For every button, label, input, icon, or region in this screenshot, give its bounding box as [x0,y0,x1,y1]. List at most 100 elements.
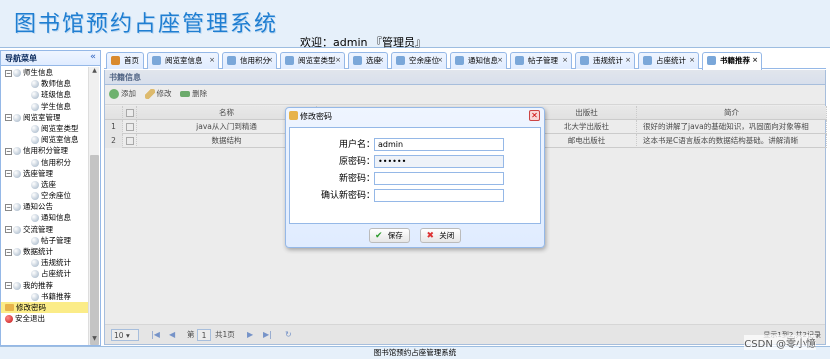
folder-icon [13,248,21,256]
scroll-down-icon[interactable]: ▼ [89,335,100,345]
scroll-up-icon[interactable]: ▲ [89,67,100,77]
new-password-row: 新密码： [290,172,540,186]
sidebar-item[interactable]: 修改密码 [1,301,89,314]
sidebar-item[interactable]: 阅览室信息 [1,134,89,145]
sidebar-item-label: 违规统计 [41,258,71,268]
old-password-field[interactable]: •••••• [374,155,504,168]
footer: 图书馆预约占座管理系统 [0,346,830,359]
username-row: 用户名： admin [290,138,540,152]
close-tab-icon[interactable]: × [437,53,443,68]
old-password-label: 原密码： [338,157,375,167]
page-icon [227,56,236,65]
sidebar-item[interactable]: 书籍推荐 [1,291,89,302]
close-tab-icon[interactable]: × [689,53,695,68]
sidebar-scrollbar[interactable]: ▲ ▼ [88,67,99,345]
close-tab-icon[interactable]: × [378,53,384,68]
close-tab-icon[interactable]: × [562,53,568,68]
tab[interactable]: 信用积分 × [222,52,277,69]
page-icon [31,158,39,167]
collapse-toggle-icon[interactable]: − [5,282,12,290]
page-icon [580,56,589,65]
tab[interactable]: 通知信息 × [450,52,507,69]
save-label: 保存 [387,231,403,240]
tab[interactable]: 书籍推荐 × [702,52,762,70]
key-icon [289,111,298,120]
collapse-toggle-icon[interactable]: − [5,248,12,256]
close-tab-icon[interactable]: × [752,53,758,68]
sidebar-item[interactable]: − 数据统计 [1,246,89,257]
sidebar-item-label: 班级信息 [41,90,71,100]
sidebar-item-label: 学生信息 [41,101,71,111]
dialog-body: 用户名： admin 原密码： •••••• 新密码： 确认新密码： [289,127,541,224]
sidebar-item-label: 我的推荐 [23,280,53,290]
collapse-toggle-icon[interactable]: − [5,147,12,155]
close-tab-icon[interactable]: × [209,53,215,68]
sidebar-item-label: 书籍推荐 [41,291,71,301]
check-icon: ✔ [374,231,383,241]
tab[interactable]: 违规统计 × [575,52,635,69]
sidebar-item[interactable]: 教师信息 [1,78,89,89]
sidebar-item[interactable]: − 信用积分管理 [1,145,89,156]
tab[interactable]: 帖子管理 × [510,52,572,69]
username-field[interactable]: admin [374,138,504,151]
sidebar-item[interactable]: 违规统计 [1,257,89,268]
collapse-toggle-icon[interactable]: − [5,226,12,234]
app-title: 图书馆预约占座管理系统 [14,12,279,37]
sidebar-item[interactable]: 占座统计 [1,268,89,279]
scroll-thumb[interactable] [90,155,99,345]
sidebar-item[interactable]: 通知信息 [1,212,89,223]
sidebar-item[interactable]: − 通知公告 [1,201,89,212]
sidebar-item-label: 阅览室信息 [41,135,79,145]
tab[interactable]: 占座统计 × [638,52,699,69]
tab[interactable]: 首页 [106,52,144,69]
sidebar-item[interactable]: 班级信息 [1,89,89,100]
sidebar-item[interactable]: − 选座管理 [1,168,89,179]
close-tab-icon[interactable]: × [335,53,341,68]
collapse-icon[interactable]: « [90,52,96,62]
exit-icon [5,315,13,324]
sidebar-item[interactable]: 选座 [1,179,89,190]
sidebar-item[interactable]: 空余座位 [1,190,89,201]
old-password-row: 原密码： •••••• [290,155,540,169]
sidebar-item[interactable]: − 师生信息 [1,67,89,78]
sidebar-item[interactable]: 信用积分 [1,157,89,168]
sidebar-item[interactable]: 阅览室类型 [1,123,89,134]
new-password-field[interactable] [374,172,504,185]
page-icon [31,214,39,223]
sidebar-item[interactable]: − 交流管理 [1,224,89,235]
sidebar-item-label: 选座管理 [23,168,53,178]
sidebar-item[interactable]: − 阅览室管理 [1,112,89,123]
close-icon[interactable]: ✕ [529,110,540,121]
page-icon [31,180,39,189]
tab-label: 阅览室信息 [165,56,203,65]
collapse-toggle-icon[interactable]: − [5,203,12,211]
folder-icon [13,203,21,212]
collapse-toggle-icon[interactable]: − [5,114,12,122]
sidebar-item[interactable]: 学生信息 [1,101,89,112]
collapse-toggle-icon[interactable]: − [5,170,12,178]
sidebar: 导航菜单 « − 师生信息 教师信息 班级信息 学生信息 − 阅览室管理 阅览室类型 阅览室信息… [0,50,101,346]
tab[interactable]: 空余座位 × [391,52,447,69]
tab-label: 书籍推荐 [720,56,750,65]
welcome-text: 欢迎：admin 『管理员』 [300,36,426,49]
confirm-password-field[interactable] [374,189,504,202]
close-tab-icon[interactable]: × [267,53,273,68]
sidebar-item[interactable]: − 我的推荐 [1,280,89,291]
cancel-button[interactable]: ✖ 关闭 [420,228,462,243]
tab[interactable]: 阅览室类型 × [280,52,345,69]
tab[interactable]: 选座 × [348,52,388,69]
collapse-toggle-icon[interactable]: − [5,69,12,77]
close-tab-icon[interactable]: × [625,53,631,68]
close-tab-icon[interactable]: × [497,53,503,68]
page-icon [31,136,39,145]
page-icon [152,56,161,65]
sidebar-item[interactable]: 帖子管理 [1,235,89,246]
tab[interactable]: 阅览室信息 × [147,52,219,69]
key-icon [5,304,14,312]
sidebar-item-label: 教师信息 [41,79,71,89]
sidebar-item-label: 信用积分管理 [23,146,68,156]
sidebar-item[interactable]: 安全退出 [1,313,89,324]
cancel-label: 关闭 [439,231,455,240]
save-button[interactable]: ✔ 保存 [368,228,410,243]
home-icon [111,56,120,65]
